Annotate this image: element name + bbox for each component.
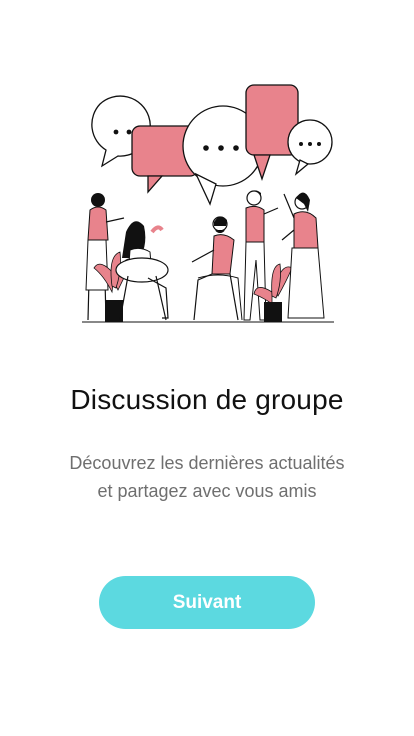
person-seated-left <box>115 221 169 321</box>
subtitle-line-1: Découvrez les dernières actualités <box>69 453 345 473</box>
onboarding-screen: Discussion de groupe Découvrez les derni… <box>0 0 414 736</box>
person-standing-man <box>243 190 279 321</box>
next-button[interactable]: Suivant <box>99 576 315 629</box>
page-subtitle: Découvrez les dernières actualités et pa… <box>40 449 374 505</box>
group-discussion-illustration-icon <box>82 84 334 323</box>
speech-bubble-right <box>287 119 333 176</box>
person-seated-center <box>191 216 243 321</box>
subtitle-line-2: et partagez avec vous amis <box>97 481 317 501</box>
page-title: Discussion de groupe <box>70 384 344 415</box>
person-standing-right <box>281 192 325 319</box>
